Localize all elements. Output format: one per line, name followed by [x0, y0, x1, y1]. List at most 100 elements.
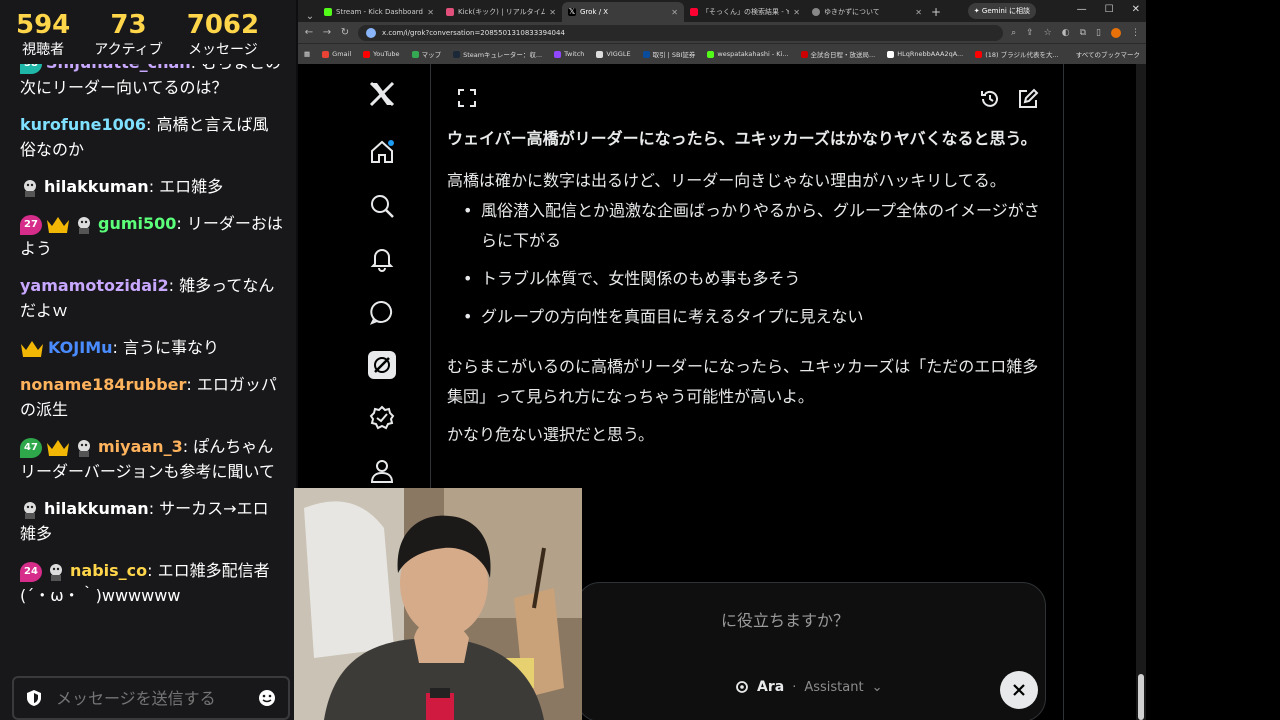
model-name: Ara — [757, 679, 785, 695]
subscriber-badge-icon: 47 — [20, 437, 42, 458]
stream-stats: 594 視聴者 73 アクティブ 7062 メッセージ — [0, 0, 296, 64]
model-selector[interactable]: Ara · Assistant ⌄ — [735, 679, 882, 695]
chat-username[interactable]: hilakkuman — [44, 177, 149, 196]
tab-close-icon[interactable]: ✕ — [427, 8, 434, 17]
tab-kick-dashboard[interactable]: Stream - Kick Dashboard ✕ — [318, 2, 440, 22]
bookmark-favicon-icon — [642, 50, 650, 58]
home-icon[interactable] — [360, 134, 404, 170]
bookmark-favicon-icon — [554, 50, 562, 58]
new-chat-edit-icon[interactable] — [1017, 88, 1039, 110]
close-window-icon[interactable]: ✕ — [1132, 4, 1140, 15]
profile-icon[interactable] — [360, 453, 404, 489]
settings-gear-icon — [736, 681, 748, 693]
chat-username[interactable]: hilakkuman — [44, 499, 149, 518]
bookmark-item[interactable]: Gmail — [322, 50, 351, 58]
grok-response: ウェイパー高橋がリーダーになったら、ユキッカーズはかなりヤバくなると思う。 高橋… — [447, 124, 1047, 458]
messages-label: メッセージ — [188, 42, 258, 58]
tab-grok[interactable]: 𝕏 Grok / X ✕ — [562, 2, 684, 22]
bookmark-item[interactable]: YouTube — [363, 50, 400, 58]
site-info-icon[interactable] — [366, 27, 376, 38]
messages-stat: 7062 メッセージ — [187, 10, 259, 64]
bookmark-item[interactable]: (18) ブラジル代表を大... — [975, 49, 1059, 59]
response-conclusion: かなり危ない選択だと思う。 — [447, 425, 655, 444]
chat-text: エロ雑多 — [159, 177, 224, 196]
chat-message: hilakkuman: サーカス→エロ雑多 — [20, 496, 284, 546]
apps-grid-icon[interactable]: ▦ — [304, 50, 310, 58]
tab-close-icon[interactable]: ✕ — [671, 8, 678, 17]
tab-kick-ranking[interactable]: Kick(キック) | リアルタイムランキング ✕ — [440, 2, 562, 22]
new-tab-icon[interactable]: + — [928, 2, 944, 22]
chat-message-input[interactable] — [56, 688, 258, 708]
composer-placeholder[interactable]: に役立ちますか？ — [721, 607, 849, 631]
minimize-icon[interactable]: — — [1077, 4, 1087, 15]
extension-icon[interactable]: ◐ — [1062, 28, 1070, 38]
window-controls: — ☐ ✕ — [1077, 4, 1140, 15]
bookmark-item[interactable]: Twitch — [554, 50, 584, 58]
chat-separator: : — [146, 115, 157, 134]
verified-badge-icon[interactable] — [360, 400, 404, 436]
forward-icon[interactable]: → — [322, 27, 332, 38]
grok-icon[interactable] — [360, 347, 404, 383]
grok-composer[interactable]: に役立ちますか？ Ara · Assistant ⌄ — [576, 582, 1046, 720]
emoji-icon[interactable] — [258, 689, 276, 707]
chat-message: hilakkuman: エロ雑多 — [20, 174, 284, 199]
sidebar-icon[interactable]: ▯ — [1096, 28, 1101, 38]
puzzle-icon[interactable]: ⧉ — [1080, 28, 1086, 38]
bookmark-label: VIGGLE — [606, 50, 631, 58]
expand-icon[interactable] — [457, 88, 477, 108]
scrollbar-thumb[interactable] — [1138, 674, 1144, 720]
history-icon[interactable] — [979, 88, 1001, 110]
bookmark-favicon-icon — [800, 50, 808, 58]
chat-username[interactable]: Shijunatte_chan — [46, 64, 191, 72]
bookmarks-bar: ▦ Gmail YouTube マップ Steamキュレーター：収... Twitch V… — [298, 43, 1146, 64]
all-bookmarks-link[interactable]: すべてのブックマーク — [1076, 49, 1140, 59]
chat-username[interactable]: yamamotozidai2 — [20, 276, 169, 295]
bookmark-favicon-icon — [453, 50, 461, 58]
bookmark-label: YouTube — [373, 50, 400, 58]
search-icon[interactable] — [360, 188, 404, 224]
bookmark-item[interactable]: wespatakahashi - Ki... — [707, 50, 789, 58]
notifications-bell-icon[interactable] — [360, 241, 404, 277]
url-field[interactable]: x.com/i/grok?conversation=20855013108333… — [358, 24, 1004, 41]
chat-username[interactable]: KOJIMu — [48, 338, 113, 357]
tab-close-icon[interactable]: ✕ — [915, 8, 922, 17]
profile-avatar-icon[interactable] — [1111, 27, 1121, 38]
chat-message: 47 miyaan_3: ぽんちゃんリーダーバージョンも参考に聞いて — [20, 434, 284, 484]
chat-username[interactable]: miyaan_3 — [98, 437, 183, 456]
viewers-label: 視聴者 — [22, 42, 65, 58]
tab-close-icon[interactable]: ✕ — [793, 8, 800, 17]
bookmark-item[interactable]: VIGGLE — [596, 50, 631, 58]
chat-message: 24 nabis_co: エロ雑多配信者(´・ω・｀)wwwwww — [20, 558, 284, 608]
tab-yahoo-chiebukuro[interactable]: 「そっくん」の検索結果 - Yahoo!知恵 ✕ — [684, 2, 806, 22]
bookmark-favicon-icon — [411, 50, 419, 58]
chat-username[interactable]: kurofune1006 — [20, 115, 146, 134]
menu-icon[interactable]: ⋮ — [1131, 28, 1140, 38]
chat-username[interactable]: noname184rubber — [20, 375, 186, 394]
search-icon[interactable]: ⌕ — [1011, 28, 1016, 38]
tab-yukikazu[interactable]: ゆきかずについて ✕ — [806, 2, 928, 22]
chat-username[interactable]: nabis_co — [70, 561, 147, 580]
share-icon[interactable]: ⇪ — [1026, 28, 1034, 38]
tab-close-icon[interactable]: ✕ — [549, 8, 556, 17]
reload-icon[interactable]: ↻ — [340, 27, 350, 38]
messages-chat-icon[interactable] — [360, 294, 404, 330]
chat-separator: : — [186, 375, 197, 394]
x-logo-icon[interactable] — [360, 76, 404, 112]
gemini-button[interactable]: ✦ Gemini に相談 — [967, 3, 1036, 19]
screen: 594 視聴者 73 アクティブ 7062 メッセージ 58 Shijunatte… — [0, 0, 1280, 720]
bookmark-item[interactable]: Steamキュレーター：収... — [453, 49, 542, 59]
bookmark-item[interactable]: マップ — [411, 49, 441, 59]
scrollbar-track[interactable] — [1136, 64, 1146, 720]
globe-favicon-icon — [812, 8, 820, 16]
bookmark-item[interactable]: HLqRnebbAAA2qA... — [887, 50, 963, 58]
url-text: x.com/i/grok?conversation=20855013108333… — [382, 28, 565, 37]
chat-username[interactable]: gumi500 — [98, 214, 176, 233]
back-icon[interactable]: ← — [304, 27, 314, 38]
bookmark-star-icon[interactable]: ☆ — [1044, 28, 1052, 38]
bookmark-item[interactable]: 全試合日程・放送局... — [800, 49, 875, 59]
bookmark-item[interactable]: 取引 | SBI証券 — [642, 49, 695, 59]
chat-input-box[interactable] — [12, 676, 290, 720]
maximize-icon[interactable]: ☐ — [1105, 4, 1114, 15]
tab-search-icon[interactable]: ⌄ — [302, 11, 318, 22]
close-voice-button[interactable] — [1000, 671, 1038, 709]
